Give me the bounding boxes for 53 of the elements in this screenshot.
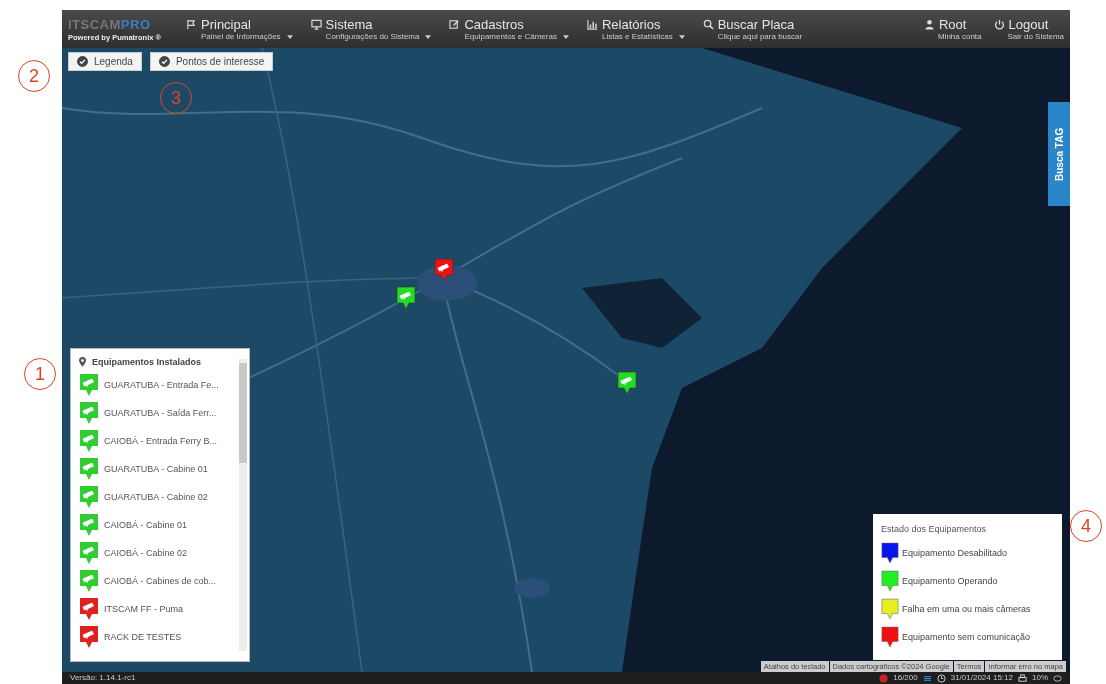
caret-icon — [425, 34, 432, 39]
scrollbar[interactable] — [239, 359, 247, 651]
monitor-icon — [310, 19, 322, 30]
legend-label: Falha em uma ou mais câmeras — [902, 604, 1031, 614]
equipment-list-item[interactable]: CAIOBÁ - Entrada Ferry B... — [79, 429, 235, 453]
caret-icon — [286, 34, 293, 39]
list-icon — [922, 673, 932, 683]
clock-icon — [936, 673, 946, 683]
legend-label: Equipamento Desabilitado — [902, 548, 1008, 558]
chat-icon[interactable] — [1053, 673, 1062, 683]
flag-icon — [186, 19, 197, 30]
equipment-list-item[interactable]: CAIOBÁ - Cabine 02 — [79, 541, 235, 565]
version-text: Versão: 1.14.1-rc1 — [70, 673, 136, 683]
printer-icon — [1018, 673, 1027, 683]
camera-marker-icon[interactable] — [396, 286, 416, 310]
edit-icon — [449, 19, 461, 30]
map-toggle-button[interactable]: Pontos de interesse — [149, 52, 274, 71]
nav-menu-item[interactable]: Cadastros Equipamentos e Câmeras — [449, 17, 569, 41]
equipment-list-item[interactable]: CAIOBÁ - Cabines de cob... — [79, 569, 235, 593]
user-icon — [923, 19, 935, 30]
check-circle-icon — [158, 56, 170, 67]
nav-menu-item[interactable]: Buscar Placa Clique aqui para buscar — [702, 17, 803, 41]
nav-menu-item[interactable]: Root Minha conta — [923, 17, 982, 41]
legend-title: Estado dos Equipamentos — [881, 524, 988, 534]
alert-icon — [879, 673, 889, 683]
caret-icon — [678, 34, 685, 39]
equipment-list-item[interactable]: CAIOBÁ - Cabine 01 — [79, 513, 235, 537]
caret-icon — [562, 34, 569, 39]
power-icon — [993, 19, 1005, 30]
panel-title: Equipamentos Instalados — [92, 357, 202, 367]
nav-menu-item[interactable]: Relatórios Listas e Estatísticas — [586, 17, 685, 41]
equipment-list-item[interactable]: GUARATUBA - Cabine 01 — [79, 457, 235, 481]
equipment-list-item[interactable]: GUARATUBA - Cabine 02 — [79, 485, 235, 509]
date-time: 31/01/2024 15:12 — [950, 673, 1013, 683]
nav-menu-item[interactable]: Sistema Configurações do Sistema — [310, 17, 432, 41]
search-icon — [702, 19, 714, 30]
printer-level: 10% — [1032, 673, 1048, 683]
camera-marker-icon[interactable] — [434, 258, 454, 282]
map-toggle-button[interactable]: Legenda — [68, 52, 142, 71]
nav-menu-item[interactable]: Logout Sair do Sistema — [993, 17, 1064, 41]
nav-menu-item[interactable]: Principal Painel de Informações — [186, 17, 293, 41]
check-circle-icon — [77, 56, 88, 67]
equipment-list-item[interactable]: GUARATUBA - Saída Ferr... — [79, 401, 235, 425]
legend-label: Equipamento sem comunicação — [902, 632, 1031, 642]
camera-count: 16/200 — [893, 673, 918, 683]
side-tab[interactable]: Busca TAG — [1048, 102, 1070, 206]
bar-chart-icon — [586, 19, 598, 30]
map-pin-icon — [79, 357, 86, 367]
equipment-list-item[interactable]: RACK DE TESTES — [79, 625, 235, 649]
equipment-list-item[interactable]: GUARATUBA - Entrada Fe... — [79, 373, 235, 397]
camera-marker-icon[interactable] — [617, 371, 637, 395]
equipment-list-item[interactable]: ITSCAM FF - Puma — [79, 597, 235, 621]
legend-label: Equipamento Operando — [902, 576, 998, 586]
